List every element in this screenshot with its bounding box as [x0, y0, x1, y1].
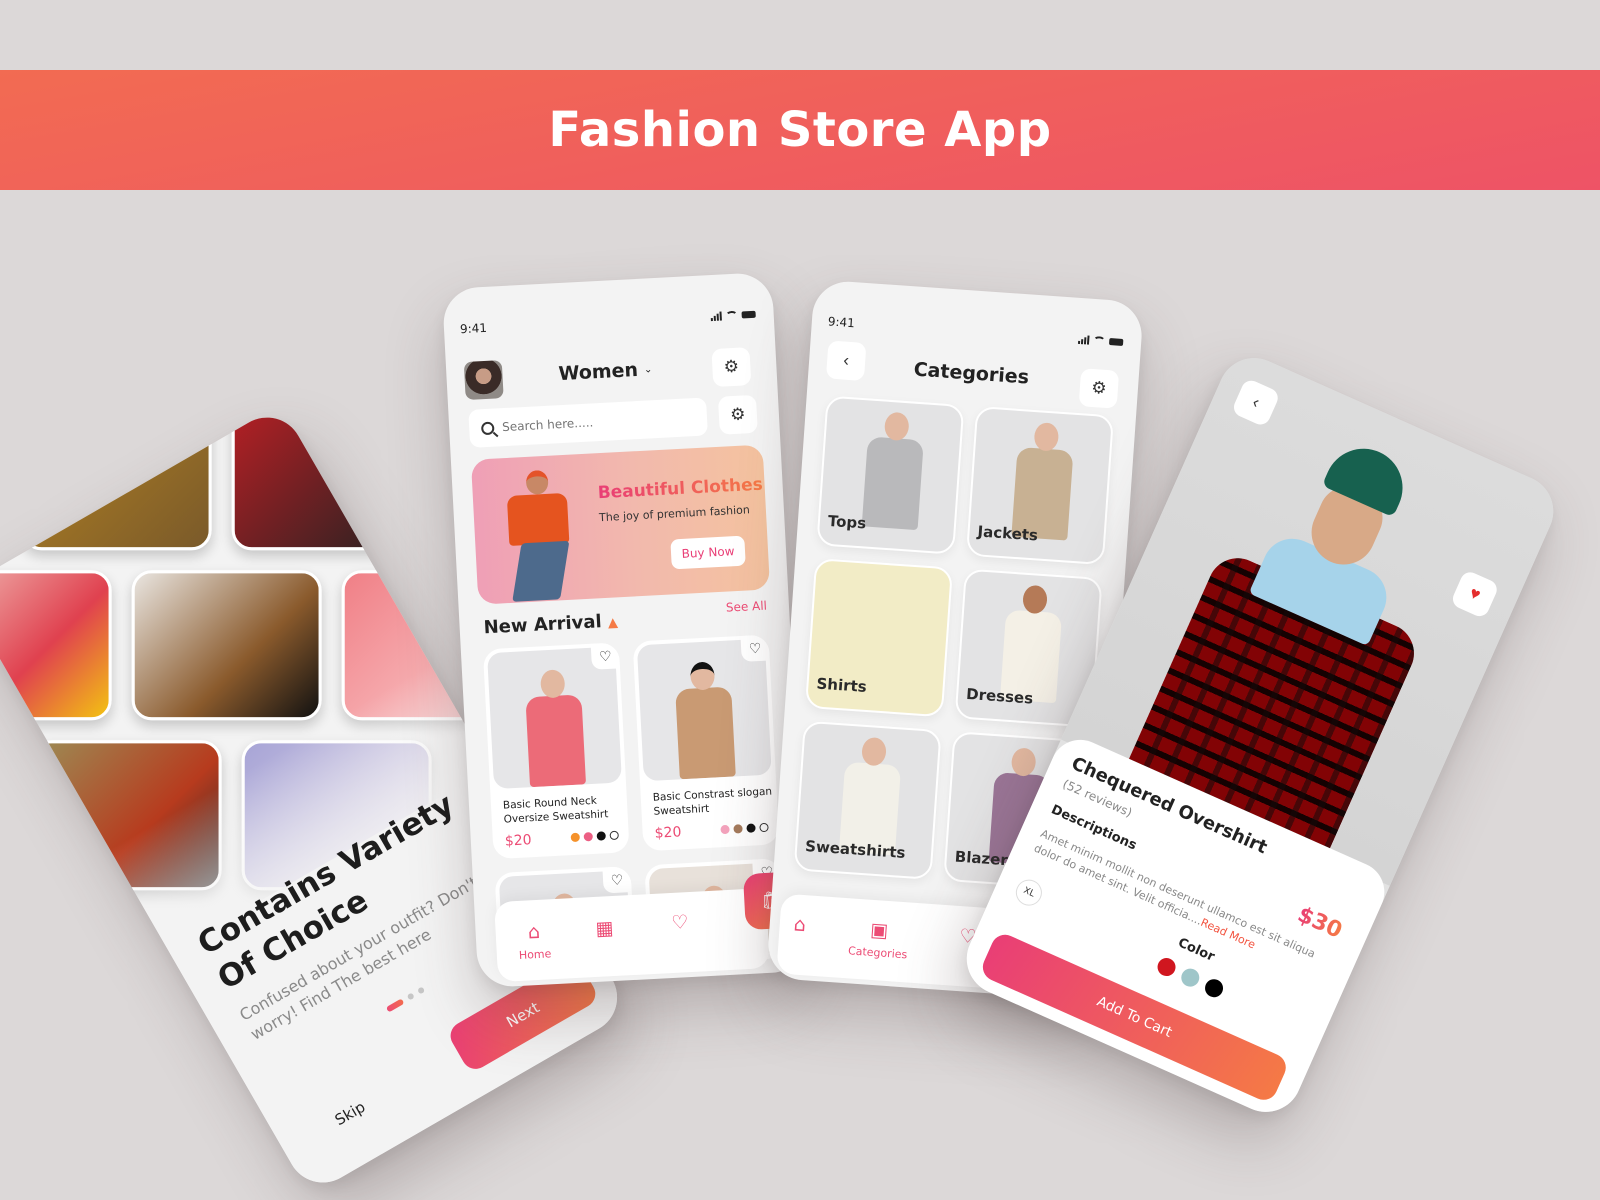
collage-image	[131, 570, 322, 721]
new-arrival-heading: New Arrival	[483, 611, 603, 639]
header-banner: Fashion Store App	[0, 70, 1600, 190]
promo-banner[interactable]: Beautiful Clothes The joy of premium fas…	[470, 444, 771, 605]
settings-button[interactable]: ⚙	[1078, 368, 1120, 409]
color-option-teal[interactable]	[1178, 965, 1203, 990]
product-price: $20	[504, 832, 533, 850]
settings-button[interactable]: ⚙	[711, 347, 752, 388]
category-dropdown-label: Women	[557, 358, 639, 386]
category-label: Tops	[827, 511, 867, 533]
avatar[interactable]	[463, 360, 504, 401]
color-swatch[interactable]	[583, 831, 593, 842]
promo-title: Beautiful Clothes	[597, 474, 764, 504]
product-price: $30	[1293, 902, 1346, 944]
heart-icon: ♡	[670, 911, 689, 934]
color-swatch[interactable]	[720, 824, 730, 835]
grid-icon: ▣	[869, 918, 889, 943]
gear-icon: ⚙	[723, 356, 740, 377]
color-option-black[interactable]	[1202, 976, 1226, 1001]
search-icon	[480, 421, 495, 435]
home-icon: ⌂	[792, 913, 807, 937]
search-bar[interactable]	[468, 397, 708, 448]
product-price: $20	[654, 824, 682, 842]
description-text: Amet minim mollit non deserunt ullamco e…	[1031, 826, 1318, 977]
add-to-cart-button[interactable]: Add To Cart	[978, 930, 1291, 1105]
nav-categories[interactable]: ▦	[595, 917, 615, 940]
collage-image	[0, 570, 112, 721]
category-dropdown[interactable]: Women ⌄	[558, 358, 653, 385]
category-tile-tops[interactable]: Tops	[816, 395, 965, 555]
heart-filled-icon: ♥	[1466, 583, 1484, 605]
chevron-left-icon: ‹	[842, 350, 850, 370]
product-name: Basic Constrast slogan Sweatshirt	[652, 785, 773, 818]
category-label: Shirts	[816, 674, 868, 696]
category-tile-sweatshirts[interactable]: Sweatshirts	[793, 720, 942, 880]
description-body: Amet minim mollit non deserunt ullamco e…	[1032, 827, 1318, 961]
promo-image	[491, 462, 588, 605]
color-heading: Color	[1175, 935, 1217, 965]
category-label: Jackets	[977, 522, 1039, 545]
heart-icon[interactable]: ♡	[602, 866, 632, 894]
gear-icon: ⚙	[1090, 377, 1108, 398]
color-swatch[interactable]	[759, 822, 769, 833]
bottom-nav: ⌂ Home ▦ ♡	[494, 887, 770, 983]
wifi-icon	[725, 310, 738, 320]
see-all-link[interactable]: See All	[726, 599, 768, 615]
category-tile-shirts[interactable]: Shirts	[804, 558, 954, 718]
wifi-icon	[1092, 335, 1106, 346]
color-swatches	[720, 822, 769, 835]
category-tile-jackets[interactable]: Jackets	[965, 405, 1115, 566]
battery-icon	[1108, 337, 1124, 346]
fire-icon: ▲	[607, 615, 619, 631]
status-bar: 9:41	[827, 314, 1124, 349]
collage-image	[21, 404, 212, 551]
back-button[interactable]: ‹	[825, 340, 867, 382]
status-time: 9:41	[459, 320, 488, 337]
nav-home-label: Home	[518, 947, 552, 962]
banner-title: Fashion Store App	[548, 102, 1052, 158]
section-title: New Arrival ▲	[483, 610, 618, 638]
signal-icon	[710, 311, 722, 321]
color-option-red[interactable]	[1154, 955, 1179, 979]
nav-home[interactable]: ⌂	[792, 913, 807, 937]
color-options	[1154, 955, 1226, 1001]
chevron-left-icon: ‹	[1249, 392, 1263, 412]
heart-icon[interactable]: ♡	[590, 642, 620, 670]
color-swatch[interactable]	[733, 824, 743, 834]
page-title: Categories	[913, 358, 1030, 389]
nav-categories[interactable]: ▣ Categories	[847, 918, 910, 962]
nav-home[interactable]: ⌂ Home	[517, 920, 552, 962]
size-options: XL	[1011, 875, 1047, 910]
color-swatch[interactable]	[596, 831, 606, 841]
product-name: Basic Round Neck Oversize Sweatshirt	[502, 794, 609, 826]
size-option-xl[interactable]: XL	[1011, 875, 1047, 910]
collage-image	[0, 740, 12, 891]
home-screen: 9:41 Women ⌄ ⚙ ⚙︎ Beautiful Clothes The …	[441, 271, 809, 989]
chevron-down-icon: ⌄	[643, 363, 653, 376]
nav-categories-label: Categories	[847, 944, 908, 962]
product-card[interactable]: ♡ Basic Constrast slogan Sweatshirt $20	[632, 634, 780, 852]
nav-wishlist[interactable]: ♡	[670, 911, 689, 934]
status-time: 9:41	[827, 314, 856, 331]
product-card[interactable]: ♡ Basic Round Neck Oversize Sweatshirt $…	[482, 642, 630, 860]
category-label: Dresses	[965, 684, 1034, 708]
status-bar: 9:41	[460, 307, 756, 336]
collage-image	[231, 404, 422, 551]
filter-button[interactable]: ⚙︎	[717, 394, 758, 435]
signal-icon	[1077, 334, 1090, 345]
buy-now-button[interactable]: Buy Now	[670, 535, 746, 570]
grid-icon: ▦	[595, 917, 615, 940]
search-input[interactable]	[501, 410, 683, 435]
color-swatch[interactable]	[746, 823, 756, 833]
sliders-icon: ⚙︎	[729, 404, 746, 425]
heart-icon[interactable]: ♡	[740, 634, 770, 662]
promo-subtitle: The joy of premium fashion	[598, 503, 751, 525]
color-swatches	[570, 830, 619, 843]
color-swatch[interactable]	[609, 830, 619, 841]
color-swatch[interactable]	[570, 832, 581, 843]
home-icon: ⌂	[527, 920, 541, 944]
battery-icon	[741, 310, 756, 318]
